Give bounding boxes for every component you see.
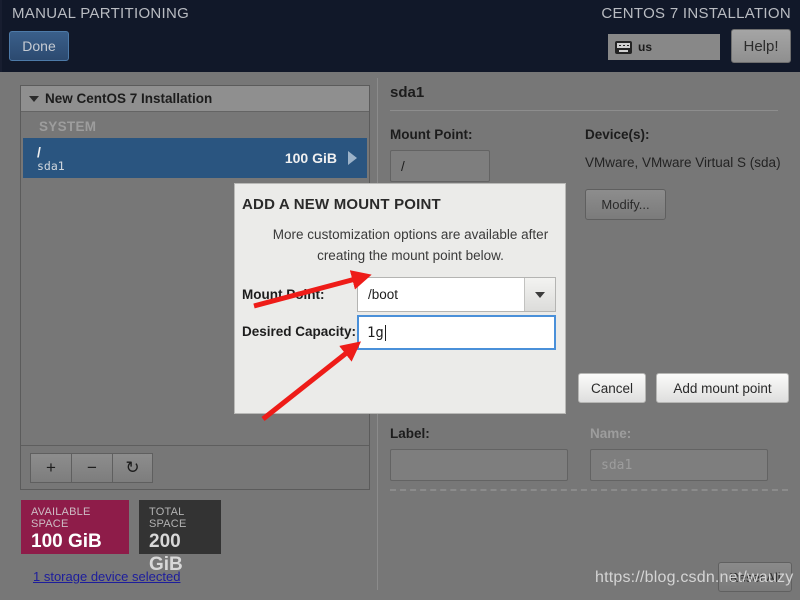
dialog-mount-point-select[interactable]: /boot [357,277,556,312]
devices-group: Device(s): VMware, VMware Virtual S (sda… [585,127,785,220]
watermark-text: https://blog.csdn.net/wauzy [595,569,794,586]
available-space-box: AVAILABLE SPACE 100 GiB [21,500,129,554]
storage-devices-link[interactable]: 1 storage device selected [33,569,180,584]
text-cursor [384,324,386,341]
centos-installer-window: MANUAL PARTITIONING CENTOS 7 INSTALLATIO… [0,0,800,600]
remove-partition-button[interactable]: − [71,452,112,483]
partition-section-label: SYSTEM [39,119,97,134]
name-field-group: Name: sda1 [590,426,770,481]
name-label: Name: [590,426,632,441]
partition-size: 100 GiB [284,150,337,166]
dialog-subtitle: More customization options are available… [272,227,549,263]
dialog-desired-capacity-input[interactable]: 1g [357,315,556,350]
mount-point-field-group: Mount Point: / [390,127,570,182]
partition-mount-point: / [37,143,41,160]
done-button[interactable]: Done [9,31,69,61]
keyboard-icon [615,40,632,54]
help-button[interactable]: Help! [731,29,791,63]
name-input[interactable]: sda1 [590,449,768,481]
modify-button[interactable]: Modify... [585,189,666,220]
keyboard-layout-selector[interactable]: us [608,34,720,60]
partition-details-panel: sda1 [390,84,790,111]
chevron-down-icon [535,291,545,298]
dropdown-arrow-button[interactable] [524,278,555,311]
partition-row-info: / sda1 [37,144,285,173]
devices-value: VMware, VMware Virtual S (sda) [585,155,781,170]
chevron-down-icon [29,95,39,102]
total-space-caption: TOTAL SPACE [149,506,187,530]
mount-point-input[interactable]: / [390,150,490,182]
app-header: MANUAL PARTITIONING CENTOS 7 INSTALLATIO… [0,0,800,72]
partition-toolbar: + − ↻ [21,445,369,489]
partition-device-name: sda1 [37,158,65,173]
devices-label: Device(s): [585,127,650,142]
mount-point-label: Mount Point: [390,127,473,142]
cancel-button[interactable]: Cancel [578,373,646,403]
add-partition-button[interactable]: + [30,452,71,483]
page-title: MANUAL PARTITIONING [12,5,190,22]
partition-group-header[interactable]: New CentOS 7 Installation [21,86,369,112]
dialog-title: ADD A NEW MOUNT POINT [242,196,441,213]
dialog-desired-capacity-label: Desired Capacity: [242,324,357,339]
add-mount-point-button[interactable]: Add mount point [656,373,789,403]
dialog-mount-point-value: /boot [368,287,399,302]
available-space-value: 100 GiB [31,531,102,552]
label-input[interactable] [390,449,568,481]
keyboard-layout-label: us [638,40,653,54]
details-separator [390,110,778,111]
available-space-caption: AVAILABLE SPACE [31,506,91,530]
details-dashed-separator [390,489,788,491]
table-row[interactable]: / sda1 100 GiB [23,138,367,178]
details-title: sda1 [390,84,425,101]
label-label: Label: [390,426,430,441]
dialog-desired-capacity-value: 1g [367,324,384,341]
total-space-box: TOTAL SPACE 200 GiB [139,500,221,575]
refresh-partitions-button[interactable]: ↻ [112,452,153,483]
installer-title: CENTOS 7 INSTALLATION [601,5,791,22]
partition-group-label: New CentOS 7 Installation [45,91,213,106]
chevron-right-icon [348,151,357,165]
dialog-mount-point-label: Mount Point: [242,287,325,302]
label-field-group: Label: [390,426,570,481]
